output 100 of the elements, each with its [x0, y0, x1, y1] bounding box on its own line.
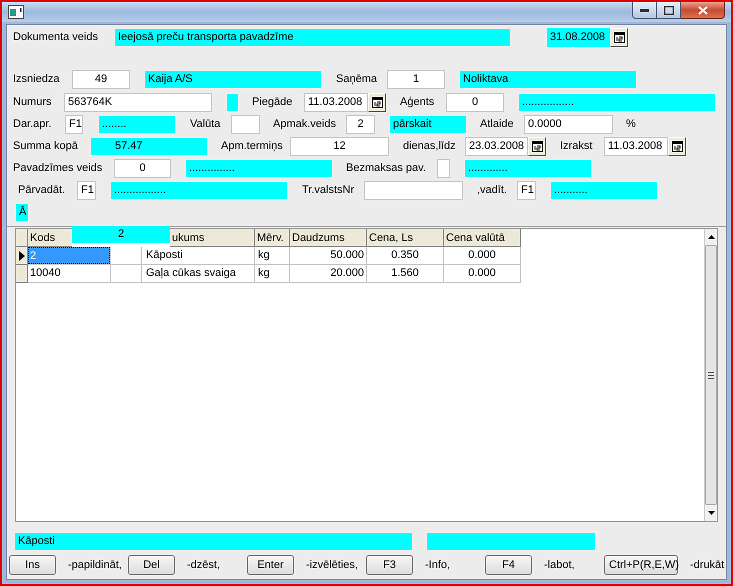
minimize-button[interactable] — [632, 2, 657, 19]
shortcut-button[interactable]: F3 — [366, 555, 413, 575]
field-label: Pārvadāt. — [18, 183, 66, 198]
date-field[interactable]: 31.08.2008 — [547, 28, 610, 47]
column-header[interactable]: Cena, Ls — [367, 229, 444, 247]
shortcut-hint: -papildināt, — [68, 558, 123, 573]
calendar-button[interactable] — [528, 137, 546, 156]
shortcut-button[interactable]: Del — [128, 555, 175, 575]
date-field[interactable]: 11.03.2008 — [604, 137, 668, 156]
field-label: Summa kopā — [13, 139, 79, 154]
field-label: Numurs — [13, 95, 53, 110]
field-label: dienas,līdz — [403, 139, 457, 154]
calendar-button[interactable] — [610, 28, 628, 47]
table-cell: 0.350 — [367, 247, 444, 265]
status-field: Kāposti — [15, 533, 412, 550]
table-cell: Kāposti — [142, 247, 255, 265]
field-label: Atlaide — [480, 117, 515, 132]
input-field[interactable]: 0 — [114, 159, 171, 178]
input-field[interactable]: 563764K — [64, 93, 212, 112]
grip-icon — [708, 372, 714, 378]
input-field[interactable]: 0.0000 — [524, 115, 613, 134]
calendar-button[interactable] — [368, 93, 386, 112]
grid-editor[interactable]: 2 — [72, 226, 170, 243]
field-label: Tr.valstsNr — [302, 183, 356, 198]
input-field[interactable]: 12 — [290, 137, 389, 156]
shortcut-button[interactable]: Ins — [9, 555, 56, 575]
lookup-field[interactable]: ............. — [465, 160, 591, 177]
input-field[interactable]: F1 — [77, 181, 96, 200]
field-label: % — [626, 117, 637, 132]
field-label: Izsniedza — [13, 72, 60, 87]
field-label: Dokumenta veids — [13, 30, 99, 45]
lookup-field[interactable] — [227, 94, 238, 111]
column-header[interactable]: Daudzums — [290, 229, 367, 247]
lookup-field[interactable]: 57.47 — [91, 138, 207, 155]
lookup-field[interactable]: ........... — [551, 182, 657, 199]
field-label: ,vadīt. — [477, 183, 508, 198]
field-label: Valūta — [190, 117, 222, 132]
current-row-icon — [18, 250, 24, 260]
calendar-icon — [614, 32, 624, 43]
input-field[interactable] — [364, 181, 463, 200]
table-cell: 0.000 — [444, 265, 521, 283]
input-field[interactable] — [437, 159, 450, 178]
table-cell: Gaļa cūkas svaiga — [142, 265, 255, 283]
shortcut-hint: -labot, — [544, 558, 576, 573]
input-field[interactable]: F1 — [517, 181, 536, 200]
shortcut-button[interactable]: F4 — [485, 555, 532, 575]
row-indicator-header — [16, 229, 28, 247]
vertical-scrollbar[interactable] — [704, 229, 717, 521]
field-label: Saņēma — [336, 72, 378, 87]
lookup-field[interactable]: pārskait — [390, 116, 466, 133]
input-field[interactable]: F1 — [65, 115, 83, 134]
table-cell: kg — [255, 265, 290, 283]
table-cell: 1.560 — [367, 265, 444, 283]
field-label: Dar.apr. — [13, 117, 53, 132]
field-label: Aģents — [400, 95, 436, 110]
field-label: Piegāde — [252, 95, 294, 110]
input-field[interactable]: 1 — [387, 70, 445, 89]
calendar-button[interactable] — [668, 137, 686, 156]
calendar-icon — [532, 141, 542, 152]
date-field[interactable]: 23.03.2008 — [465, 137, 528, 156]
column-header[interactable]: Cena valūtā — [444, 229, 521, 247]
field-label: Apm.termiņs — [221, 139, 284, 154]
calendar-icon — [672, 141, 682, 152]
input-field[interactable]: 0 — [446, 93, 504, 112]
scroll-down-icon — [708, 511, 714, 515]
shortcut-hint: -Info, — [425, 558, 452, 573]
lookup-field[interactable]: Ā — [16, 204, 28, 221]
column-header[interactable]: ukums — [170, 229, 255, 247]
close-button[interactable] — [681, 2, 725, 19]
input-field[interactable]: 49 — [72, 70, 130, 89]
scroll-thumb[interactable] — [705, 245, 717, 505]
scroll-up-icon — [708, 235, 714, 239]
maximize-button[interactable] — [657, 2, 681, 19]
date-field[interactable]: 11.03.2008 — [304, 93, 368, 112]
shortcut-hint: -dzēst, — [187, 558, 222, 573]
lookup-field[interactable]: Ieejosā preču transporta pavadzīme — [115, 29, 510, 46]
field-label: Apmak.veids — [273, 117, 337, 132]
column-header[interactable]: Kods — [28, 229, 72, 247]
minimize-icon — [640, 8, 649, 12]
field-label: Pavadzīmes veids — [13, 161, 104, 176]
table-cell: 50.000 — [290, 247, 367, 265]
field-label: Bezmaksas pav. — [346, 161, 427, 176]
shortcut-button[interactable]: Ctrl+P(R,E,W) — [604, 555, 678, 575]
table-cell: 20.000 — [290, 265, 367, 283]
shortcut-button[interactable]: Enter — [247, 555, 294, 575]
close-icon — [698, 6, 708, 14]
lookup-field[interactable]: ................. — [519, 94, 715, 111]
lookup-field[interactable]: ................. — [111, 182, 287, 199]
column-header[interactable]: Mērv. — [255, 229, 290, 247]
input-field[interactable] — [231, 115, 260, 134]
lookup-field[interactable]: ........ — [99, 116, 175, 133]
input-field[interactable]: 2 — [346, 115, 375, 134]
lookup-field[interactable]: ............... — [186, 160, 332, 177]
calendar-icon — [372, 97, 382, 108]
row-indicator[interactable] — [16, 247, 28, 265]
lookup-field[interactable]: Kaija A/S — [145, 71, 321, 88]
app-icon — [8, 5, 24, 19]
field-label: Izrakst — [560, 139, 594, 154]
lookup-field[interactable]: Noliktava — [460, 71, 636, 88]
table-cell: kg — [255, 247, 290, 265]
